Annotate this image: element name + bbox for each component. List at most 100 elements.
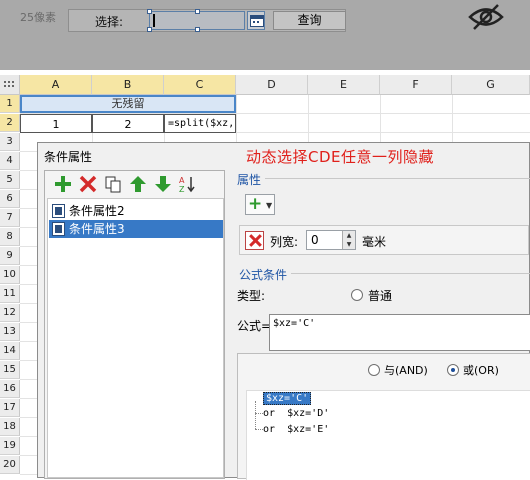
condition-list[interactable]: 条件属性2 条件属性3: [47, 198, 224, 478]
spin-up-icon[interactable]: ▲: [342, 231, 355, 240]
list-item[interactable]: 条件属性2: [49, 202, 223, 220]
row-header[interactable]: 11: [0, 285, 20, 303]
tree-node[interactable]: or $xz='D': [263, 408, 329, 419]
condition-doc-icon: [52, 222, 65, 236]
row-header[interactable]: 19: [0, 437, 20, 455]
logic-and-radio[interactable]: [368, 364, 380, 376]
type-label: 类型:: [237, 289, 266, 303]
column-header-c[interactable]: C: [164, 75, 236, 95]
row-header[interactable]: 18: [0, 418, 20, 436]
sort-icon[interactable]: AZ: [178, 174, 198, 194]
column-header-g[interactable]: G: [452, 75, 530, 95]
resize-handle[interactable]: [195, 27, 200, 32]
svg-text:A: A: [179, 176, 185, 185]
column-header-e[interactable]: E: [308, 75, 380, 95]
condition-doc-icon: [52, 204, 65, 218]
column-width-label: 列宽:: [270, 235, 299, 249]
remove-attribute-icon[interactable]: [245, 231, 264, 250]
move-up-icon[interactable]: [128, 174, 148, 194]
cell-b2[interactable]: 2: [92, 114, 164, 133]
resize-handle[interactable]: [195, 9, 200, 14]
attributes-pane: 属性 + ▼ 列宽: 0 ▲ ▼ 毫米 公式条件 类型: 普通 公式= $xz=…: [231, 170, 530, 480]
column-header-b[interactable]: B: [92, 75, 164, 95]
condition-tree[interactable]: $xz='C' or $xz='D' or $xz='E': [246, 390, 530, 480]
condition-tree-area: 与(AND) 或(OR) $xz='C' or $xz='D' or $xz='…: [237, 353, 530, 480]
select-all-corner[interactable]: [0, 75, 20, 95]
logic-and-label: 与(AND): [384, 364, 428, 377]
param-select-input[interactable]: [147, 9, 245, 32]
tree-connector: [255, 413, 263, 414]
add-icon[interactable]: [53, 174, 73, 194]
logic-or-label: 或(OR): [463, 364, 499, 377]
delete-icon[interactable]: [78, 174, 98, 194]
column-header-f[interactable]: F: [380, 75, 452, 95]
parameter-panel-bar: 25像素 选择: 查询: [0, 0, 530, 70]
logic-or-radio[interactable]: [447, 364, 459, 376]
row-header[interactable]: 15: [0, 361, 20, 379]
parameter-panel[interactable]: 选择: 查询: [68, 9, 346, 32]
add-attribute-dropdown[interactable]: + ▼: [245, 194, 275, 215]
formula-input[interactable]: $xz='C': [269, 314, 530, 351]
spin-down-icon[interactable]: ▼: [342, 240, 355, 249]
cell-c2[interactable]: =split($xz,: [164, 114, 236, 133]
tree-node-expr: $xz='D': [287, 408, 330, 419]
cell-a2[interactable]: 1: [20, 114, 92, 133]
tree-node-expr: $xz='C': [263, 392, 312, 405]
column-header-a[interactable]: A: [20, 75, 92, 95]
row-header[interactable]: 5: [0, 171, 20, 189]
row-header[interactable]: 1: [0, 95, 20, 113]
eye-hidden-icon[interactable]: [466, 2, 506, 32]
column-width-value: 0: [311, 233, 319, 247]
move-down-icon[interactable]: [153, 174, 173, 194]
section-divider: [291, 273, 530, 274]
list-toolbar: AZ: [45, 171, 224, 197]
text-cursor: [153, 14, 155, 27]
type-normal-label: 普通: [368, 289, 393, 303]
row-header[interactable]: 17: [0, 399, 20, 417]
row-header[interactable]: 13: [0, 323, 20, 341]
plus-icon: +: [248, 194, 263, 214]
row-header[interactable]: 2: [0, 114, 20, 132]
pixel-size-label: 25像素: [20, 11, 56, 24]
resize-handle[interactable]: [147, 9, 152, 14]
chevron-down-icon: ▼: [266, 201, 273, 210]
list-item[interactable]: 条件属性3: [49, 220, 223, 238]
tree-node[interactable]: $xz='C': [263, 392, 312, 405]
section-divider: [265, 178, 530, 179]
tree-node[interactable]: or $xz='E': [263, 424, 329, 435]
unit-label: 毫米: [362, 235, 387, 249]
list-item-label: 条件属性3: [69, 222, 125, 236]
row-header[interactable]: 7: [0, 209, 20, 227]
row-header[interactable]: 6: [0, 190, 20, 208]
tree-connector: [255, 401, 256, 429]
param-select-label: 选择:: [95, 15, 124, 29]
row-header[interactable]: 9: [0, 247, 20, 265]
tree-connector: [255, 429, 263, 430]
annotation-note: 动态选择CDE任意一列隐藏: [246, 148, 435, 166]
row-header[interactable]: 8: [0, 228, 20, 246]
query-button[interactable]: 查询: [273, 11, 346, 30]
row-header[interactable]: 20: [0, 456, 20, 474]
condition-attributes-dialog: 条件属性 动态选择CDE任意一列隐藏 AZ 条件属性2 条件属性3 属性 + ▼…: [37, 142, 530, 480]
attributes-section-title: 属性: [237, 173, 262, 187]
merged-cell-a1[interactable]: 无残留: [20, 95, 236, 113]
row-header[interactable]: 10: [0, 266, 20, 284]
formula-condition-title: 公式条件: [239, 268, 288, 282]
column-width-attribute: 列宽: 0 ▲ ▼ 毫米: [239, 225, 529, 255]
row-header[interactable]: 16: [0, 380, 20, 398]
copy-icon[interactable]: [103, 174, 123, 194]
tree-node-op: or: [263, 408, 276, 419]
resize-handle[interactable]: [147, 27, 152, 32]
row-header[interactable]: 3: [0, 133, 20, 151]
row-header[interactable]: 4: [0, 152, 20, 170]
condition-list-pane: AZ 条件属性2 条件属性3: [44, 170, 225, 479]
tree-node-op: or: [263, 424, 276, 435]
column-header-d[interactable]: D: [236, 75, 308, 95]
row-header[interactable]: 14: [0, 342, 20, 360]
list-item-label: 条件属性2: [69, 204, 125, 218]
tree-node-expr: $xz='E': [287, 424, 330, 435]
type-normal-radio[interactable]: [351, 289, 363, 301]
row-header[interactable]: 12: [0, 304, 20, 322]
column-width-spinner[interactable]: 0 ▲ ▼: [306, 230, 356, 250]
calendar-icon[interactable]: [247, 11, 265, 30]
